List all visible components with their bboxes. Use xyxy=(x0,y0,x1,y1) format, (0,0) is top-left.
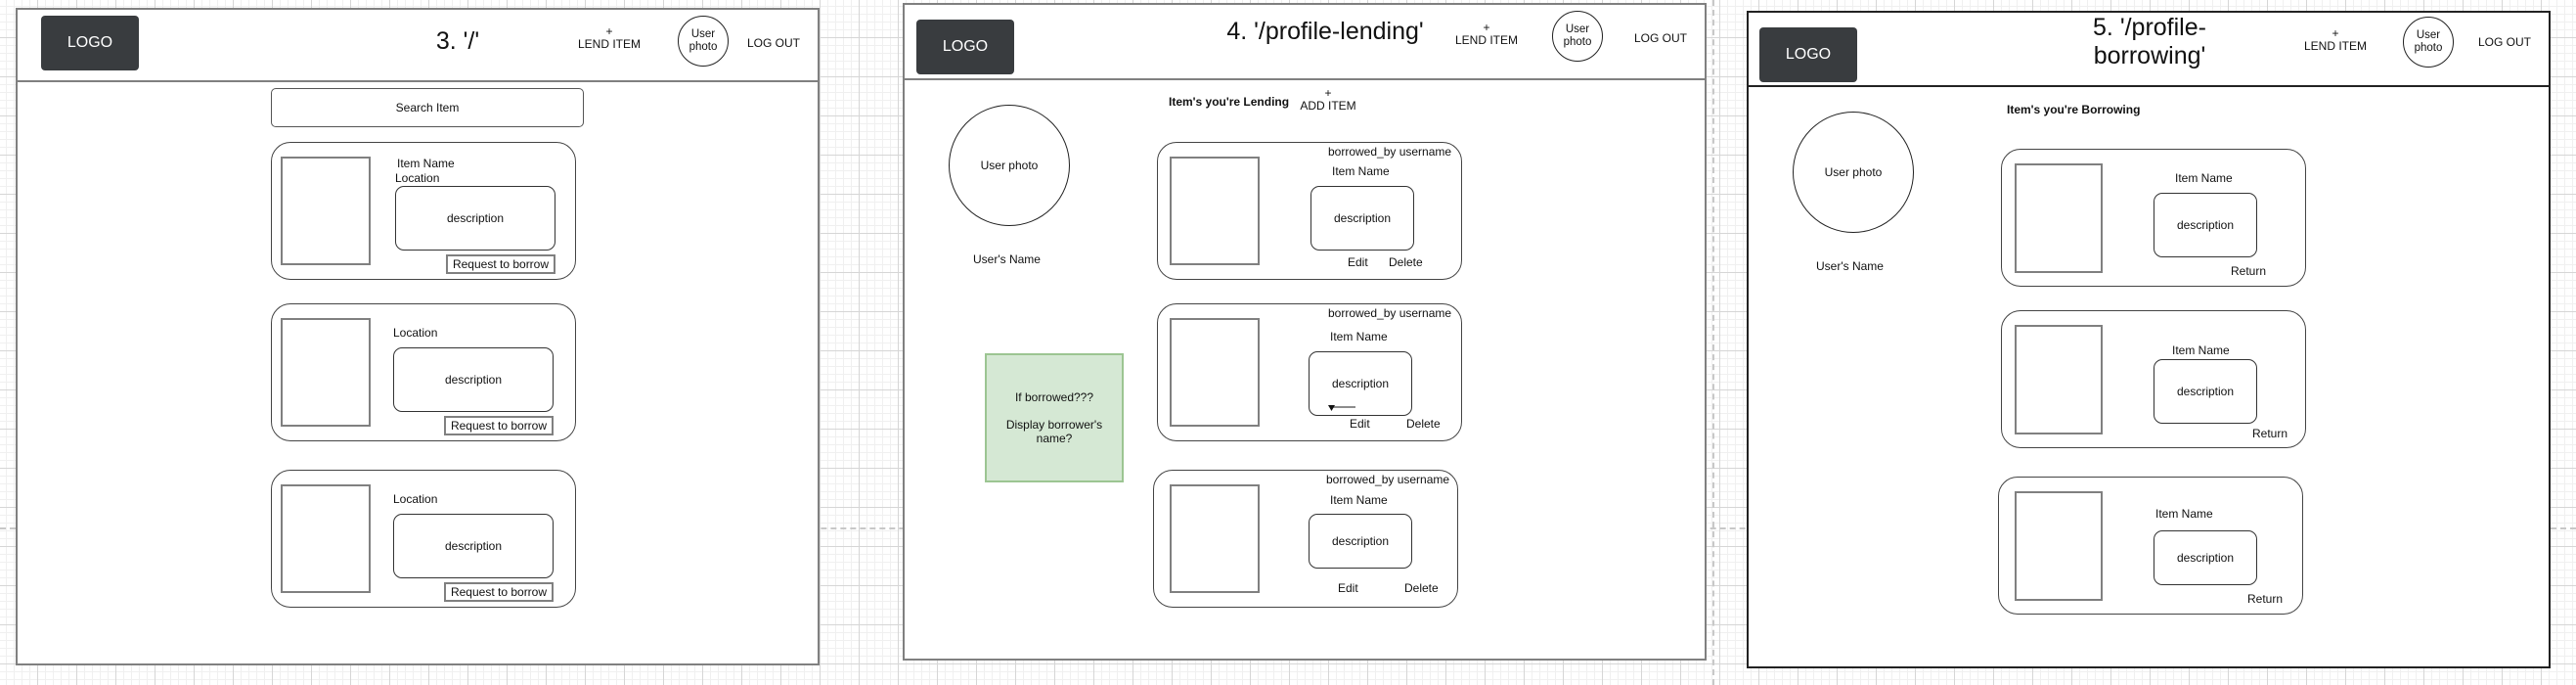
borrowing-card: Item Name description Return xyxy=(2001,310,2306,448)
profile-photo: User photo xyxy=(949,105,1070,226)
lend-item-button[interactable]: + LEND ITEM xyxy=(570,25,648,51)
return-button[interactable]: Return xyxy=(2252,427,2287,440)
edit-button[interactable]: Edit xyxy=(1350,417,1370,431)
avatar-label: photo xyxy=(1563,36,1592,48)
logout-button[interactable]: LOG OUT xyxy=(747,36,800,50)
item-card: Item Name Location description Request t… xyxy=(271,142,576,280)
item-image xyxy=(2015,325,2103,434)
annotation-note: If borrowed??? Display borrower's name? xyxy=(985,353,1124,482)
section-heading: Item's you're Lending xyxy=(1169,95,1290,109)
item-name: Item Name xyxy=(397,157,455,170)
item-image xyxy=(281,484,371,593)
borrowed-by: borrowed_by username xyxy=(1328,145,1452,159)
avatar-label: photo xyxy=(688,41,718,53)
search-input[interactable]: Search Item xyxy=(271,88,584,127)
logout-button[interactable]: LOG OUT xyxy=(1634,31,1687,45)
request-to-borrow-button[interactable]: Request to borrow xyxy=(444,582,554,602)
item-image xyxy=(1170,484,1260,593)
item-location: Location xyxy=(393,492,438,506)
return-button[interactable]: Return xyxy=(2231,264,2266,278)
item-image xyxy=(281,318,371,427)
borrowed-by: borrowed_by username xyxy=(1326,473,1450,486)
top-nav: LOGO 5. '/profile- borrowing' + LEND ITE… xyxy=(1749,13,2549,87)
lend-item-button[interactable]: + LEND ITEM xyxy=(2296,27,2375,53)
page-title-line: borrowing' xyxy=(2093,42,2206,69)
profile-user-name: User's Name xyxy=(1816,259,1884,273)
lending-card: borrowed_by username Item Name descripti… xyxy=(1157,303,1462,441)
item-name: Item Name xyxy=(1332,164,1390,178)
screen-profile-lending: LOGO 4. '/profile-lending' + LEND ITEM U… xyxy=(903,3,1707,661)
avatar-label: User xyxy=(690,28,716,40)
avatar-label: User xyxy=(2416,29,2441,41)
lend-item-label: LEND ITEM xyxy=(1454,33,1518,47)
profile-user-name: User's Name xyxy=(973,252,1041,266)
user-avatar[interactable]: User photo xyxy=(2403,17,2454,68)
guide-line xyxy=(1712,0,1714,685)
item-description: description xyxy=(2154,530,2257,585)
item-card: Location description Request to borrow xyxy=(271,470,576,608)
item-description: description xyxy=(393,514,554,578)
edit-button[interactable]: Edit xyxy=(1338,581,1358,595)
logout-button[interactable]: LOG OUT xyxy=(2478,35,2531,49)
arrow-icon xyxy=(1328,405,1355,411)
lend-item-label: LEND ITEM xyxy=(577,37,641,51)
item-name: Item Name xyxy=(2175,171,2233,185)
page-title-line: 5. '/profile- xyxy=(2093,14,2206,41)
page-title: 4. '/profile-lending' xyxy=(1226,18,1424,45)
top-nav: LOGO 3. '/' + LEND ITEM User photo LOG OU… xyxy=(18,10,818,82)
user-avatar[interactable]: User photo xyxy=(678,16,729,67)
request-to-borrow-button[interactable]: Request to borrow xyxy=(444,416,554,435)
item-image xyxy=(1170,318,1260,427)
item-description: description xyxy=(1310,186,1414,251)
note-text: name? xyxy=(1036,432,1073,445)
item-description: description xyxy=(1309,514,1412,569)
item-description: description xyxy=(2154,359,2257,424)
screen-profile-borrowing: LOGO 5. '/profile- borrowing' + LEND ITE… xyxy=(1747,11,2551,668)
page-title: 5. '/profile- borrowing' xyxy=(2071,14,2228,70)
profile-photo: User photo xyxy=(1793,112,1914,233)
top-nav: LOGO 4. '/profile-lending' + LEND ITEM U… xyxy=(905,5,1705,80)
item-name: Item Name xyxy=(1330,493,1388,507)
borrowing-card: Item Name description Return xyxy=(1998,477,2303,615)
avatar-label: User xyxy=(1565,23,1590,35)
logo[interactable]: LOGO xyxy=(41,16,139,70)
screen-home: LOGO 3. '/' + LEND ITEM User photo LOG OU… xyxy=(16,8,820,665)
note-text: Display borrower's xyxy=(1005,418,1103,432)
item-description: description xyxy=(393,347,554,412)
item-description: description xyxy=(395,186,555,251)
item-location: Location xyxy=(393,326,438,340)
item-description: description xyxy=(2154,193,2257,257)
note-text: If borrowed??? xyxy=(1014,390,1094,404)
avatar-label: photo xyxy=(2414,42,2443,54)
lending-card: borrowed_by username Item Name descripti… xyxy=(1153,470,1458,608)
borrowed-by: borrowed_by username xyxy=(1328,306,1452,320)
edit-button[interactable]: Edit xyxy=(1348,255,1368,269)
item-name: Item Name xyxy=(1330,330,1388,343)
logo[interactable]: LOGO xyxy=(916,20,1014,74)
add-item-label: ADD ITEM xyxy=(1300,99,1356,113)
item-location: Location xyxy=(395,171,440,185)
item-image xyxy=(2015,491,2103,601)
request-to-borrow-button[interactable]: Request to borrow xyxy=(446,254,555,274)
page-title: 3. '/' xyxy=(435,27,480,55)
lending-card: borrowed_by username Item Name descripti… xyxy=(1157,142,1462,280)
delete-button[interactable]: Delete xyxy=(1406,417,1441,431)
delete-button[interactable]: Delete xyxy=(1389,255,1423,269)
delete-button[interactable]: Delete xyxy=(1404,581,1439,595)
section-heading: Item's you're Borrowing xyxy=(2007,103,2141,116)
add-item-button[interactable]: + ADD ITEM xyxy=(1294,87,1362,113)
item-image xyxy=(1170,157,1260,265)
user-avatar[interactable]: User photo xyxy=(1552,11,1603,62)
item-image xyxy=(281,157,371,265)
item-card: Location description Request to borrow xyxy=(271,303,576,441)
lend-item-label: LEND ITEM xyxy=(2303,39,2367,53)
return-button[interactable]: Return xyxy=(2247,592,2283,606)
lend-item-button[interactable]: + LEND ITEM xyxy=(1447,22,1526,47)
logo[interactable]: LOGO xyxy=(1759,27,1857,82)
borrowing-card: Item Name description Return xyxy=(2001,149,2306,287)
item-image xyxy=(2015,163,2103,273)
item-name: Item Name xyxy=(2155,507,2213,521)
item-name: Item Name xyxy=(2172,343,2230,357)
item-description: description xyxy=(1309,351,1412,416)
